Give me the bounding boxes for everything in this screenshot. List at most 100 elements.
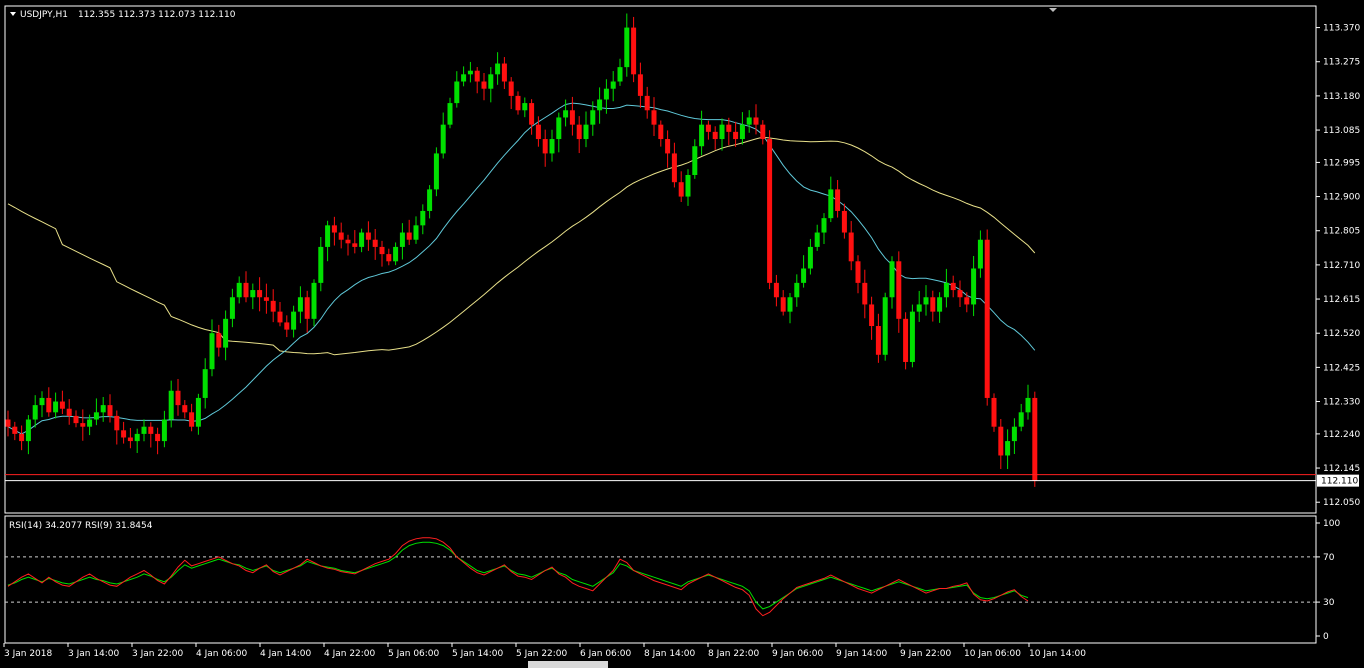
candle bbox=[964, 292, 970, 313]
candle bbox=[508, 77, 514, 109]
candle bbox=[814, 224, 820, 251]
rsi-series-9 bbox=[7, 537, 1029, 617]
candle bbox=[365, 221, 371, 251]
dropdown-triangle-icon[interactable] bbox=[10, 12, 16, 16]
candle bbox=[100, 397, 106, 422]
candle bbox=[257, 277, 263, 312]
symbol-label: USDJPY,H1 bbox=[20, 10, 68, 20]
chart-canvas: USDJPY,H1 112.355 112.373 112.073 112.11… bbox=[3, 5, 1360, 668]
candle bbox=[277, 302, 283, 327]
candle bbox=[66, 399, 72, 425]
price-pane: USDJPY,H1 112.355 112.373 112.073 112.11… bbox=[4, 5, 1360, 514]
candle bbox=[474, 67, 480, 94]
candle bbox=[773, 274, 779, 307]
rsi-tick-label: 100 bbox=[1323, 519, 1340, 529]
ohlc-label: 112.355 112.373 112.073 112.110 bbox=[78, 10, 236, 20]
candle bbox=[447, 97, 453, 129]
candle bbox=[991, 393, 997, 432]
time-tick-label: 5 Jan 06:00 bbox=[388, 649, 440, 659]
candle bbox=[189, 403, 195, 432]
candle bbox=[107, 394, 113, 423]
candle bbox=[855, 255, 861, 294]
candle bbox=[705, 120, 711, 140]
candle bbox=[848, 221, 854, 271]
candle bbox=[202, 358, 208, 409]
candle bbox=[746, 110, 752, 133]
candle bbox=[236, 276, 242, 304]
price-tick-label: 112.520 bbox=[1323, 329, 1360, 339]
candle bbox=[291, 305, 297, 338]
candle bbox=[971, 255, 977, 317]
time-tick-label: 8 Jan 14:00 bbox=[644, 649, 696, 659]
candle bbox=[937, 292, 943, 323]
candle bbox=[889, 256, 895, 309]
candle bbox=[297, 286, 303, 324]
candle bbox=[216, 324, 222, 357]
time-tick-label: 4 Jan 06:00 bbox=[196, 649, 248, 659]
price-tick-label: 113.275 bbox=[1323, 58, 1360, 68]
candle bbox=[801, 255, 807, 288]
candle bbox=[780, 290, 786, 316]
price-tick-label: 112.240 bbox=[1323, 430, 1360, 440]
candle bbox=[542, 129, 548, 167]
scrollbar-thumb[interactable] bbox=[528, 661, 608, 668]
candle bbox=[420, 204, 426, 235]
candle bbox=[1018, 403, 1024, 432]
candle bbox=[957, 280, 963, 307]
price-tick-label: 112.615 bbox=[1323, 295, 1360, 305]
candle bbox=[549, 129, 555, 162]
candle bbox=[930, 290, 936, 322]
candle bbox=[406, 219, 412, 245]
price-tick-label: 112.145 bbox=[1323, 464, 1360, 474]
candle bbox=[93, 398, 99, 426]
candle bbox=[821, 213, 827, 244]
price-tick-label: 113.370 bbox=[1323, 24, 1360, 34]
time-tick-label: 8 Jan 22:00 bbox=[708, 649, 760, 659]
time-tick-label: 3 Jan 22:00 bbox=[132, 649, 184, 659]
candle bbox=[563, 99, 569, 127]
candle bbox=[379, 240, 385, 267]
price-tick-label: 113.180 bbox=[1323, 92, 1360, 102]
price-tick-label: 112.425 bbox=[1323, 363, 1360, 373]
candle bbox=[610, 71, 616, 102]
candle bbox=[909, 304, 915, 368]
ma-fast-line bbox=[7, 102, 1036, 435]
ma-fast-path bbox=[7, 102, 1036, 435]
scroll-marker-icon[interactable] bbox=[1049, 8, 1057, 12]
candle bbox=[331, 216, 337, 246]
candle bbox=[841, 203, 847, 239]
candle bbox=[637, 62, 643, 108]
candle bbox=[835, 179, 841, 218]
price-tick-label: 113.085 bbox=[1323, 126, 1360, 136]
candle bbox=[39, 391, 45, 418]
candle bbox=[454, 71, 460, 108]
rsi-tick-label: 0 bbox=[1323, 632, 1329, 642]
candle bbox=[644, 86, 650, 119]
candle bbox=[624, 13, 630, 77]
candle bbox=[515, 91, 521, 115]
candle bbox=[461, 66, 467, 87]
rsi-tick-label: 70 bbox=[1323, 553, 1335, 563]
candle bbox=[896, 251, 902, 333]
candle bbox=[1011, 418, 1017, 455]
candle bbox=[665, 130, 671, 168]
time-tick-label: 3 Jan 14:00 bbox=[68, 649, 120, 659]
candle bbox=[25, 415, 31, 455]
rsi-axis: 100 70 30 0 bbox=[1316, 519, 1340, 642]
candle bbox=[345, 234, 351, 256]
candle bbox=[325, 220, 331, 262]
rsi-lines bbox=[7, 537, 1029, 617]
candle bbox=[828, 176, 834, 223]
candle bbox=[182, 400, 188, 419]
candle bbox=[794, 274, 800, 307]
candle bbox=[501, 57, 507, 89]
time-axis: 3 Jan 2018 3 Jan 14:00 3 Jan 22:00 4 Jan 06… bbox=[3, 643, 1086, 659]
candle bbox=[556, 112, 562, 153]
candle bbox=[250, 283, 256, 310]
candle bbox=[1005, 429, 1011, 470]
ma-slow-line bbox=[7, 136, 1036, 356]
candle bbox=[399, 223, 405, 260]
candle bbox=[984, 229, 990, 406]
price-axis: 113.370 113.275 113.180 113.085 112.995 112.9… bbox=[1316, 24, 1360, 508]
candle bbox=[148, 422, 154, 448]
